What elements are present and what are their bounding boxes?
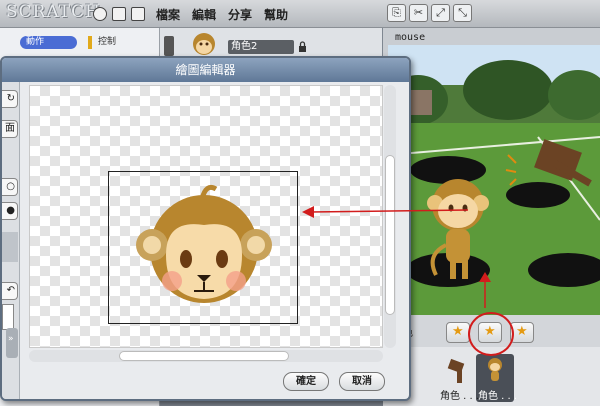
share-icon[interactable]: [131, 7, 145, 21]
undo-icon[interactable]: ↶: [2, 282, 18, 300]
vertical-scroll-thumb[interactable]: [385, 155, 395, 315]
menu-help[interactable]: 幫助: [264, 6, 288, 23]
shrink-icon[interactable]: ⤡: [453, 4, 472, 22]
selection-box[interactable]: [108, 171, 298, 324]
menu-share[interactable]: 分享: [228, 6, 252, 23]
scratch-logo: SCRATCH: [6, 2, 101, 22]
panel-grip-icon[interactable]: »: [6, 328, 18, 358]
delete-icon[interactable]: ✂: [409, 4, 428, 22]
dialog-title: 繪圖編輯器: [175, 63, 236, 77]
monkey-head-drawing: [136, 184, 272, 303]
hole: [506, 182, 570, 208]
star-icon: ★: [452, 324, 464, 339]
color-swatch[interactable]: [2, 232, 18, 262]
save-icon[interactable]: [112, 7, 126, 21]
dialog-title-bar[interactable]: 繪圖編輯器: [2, 58, 409, 82]
menu-file[interactable]: 檔案: [156, 6, 180, 23]
horizontal-scrollbar[interactable]: [29, 350, 383, 362]
annotation-arrow-small: [479, 272, 491, 308]
double-chevron-icon: »: [8, 334, 14, 344]
stage-tools: ⎘ ✂ ⤢ ⤡: [387, 4, 477, 23]
cancel-button[interactable]: 取消: [339, 372, 385, 391]
globe-icon[interactable]: [93, 7, 107, 21]
duplicate-icon[interactable]: ⎘: [387, 4, 406, 22]
rotate-tool-icon[interactable]: ↻: [2, 90, 18, 108]
annotation-circle: [468, 312, 514, 356]
lock-icon[interactable]: [298, 41, 307, 52]
hole: [410, 156, 486, 184]
tree: [463, 60, 553, 120]
menu-edit[interactable]: 編輯: [192, 6, 216, 23]
hammer-thumbnail: [447, 358, 465, 383]
ellipse-tool-icon[interactable]: ○: [2, 178, 18, 196]
annotation-arrow-main: [302, 206, 469, 218]
flip-tool[interactable]: 面: [2, 120, 18, 138]
rotation-style-icon[interactable]: [164, 36, 174, 56]
color-picker-box[interactable]: [2, 304, 14, 330]
top-toolbar: SCRATCH 檔案 編輯 分享 幫助 ⎘ ✂ ⤢ ⤡: [0, 0, 600, 28]
grow-icon[interactable]: ⤢: [431, 4, 450, 22]
stage-title: mouse: [395, 32, 426, 43]
category-control[interactable]: 控制: [88, 36, 148, 49]
category-motion[interactable]: 動作: [20, 36, 77, 49]
sprite-thumbnail: [193, 33, 215, 55]
sprite-name-field[interactable]: 角色2: [228, 40, 294, 54]
paint-new-sprite-button[interactable]: ★: [446, 322, 470, 343]
question-star-icon: ★: [516, 324, 528, 339]
house: [408, 90, 432, 115]
sprite-label: 角色 . . .: [478, 391, 518, 402]
horizontal-scroll-thumb[interactable]: [119, 351, 289, 361]
sprite-label: 角色 . . .: [440, 391, 480, 402]
brush-size-icon[interactable]: ●: [2, 202, 18, 220]
ok-button[interactable]: 確定: [283, 372, 329, 391]
monkey-thumbnail: [488, 358, 502, 381]
